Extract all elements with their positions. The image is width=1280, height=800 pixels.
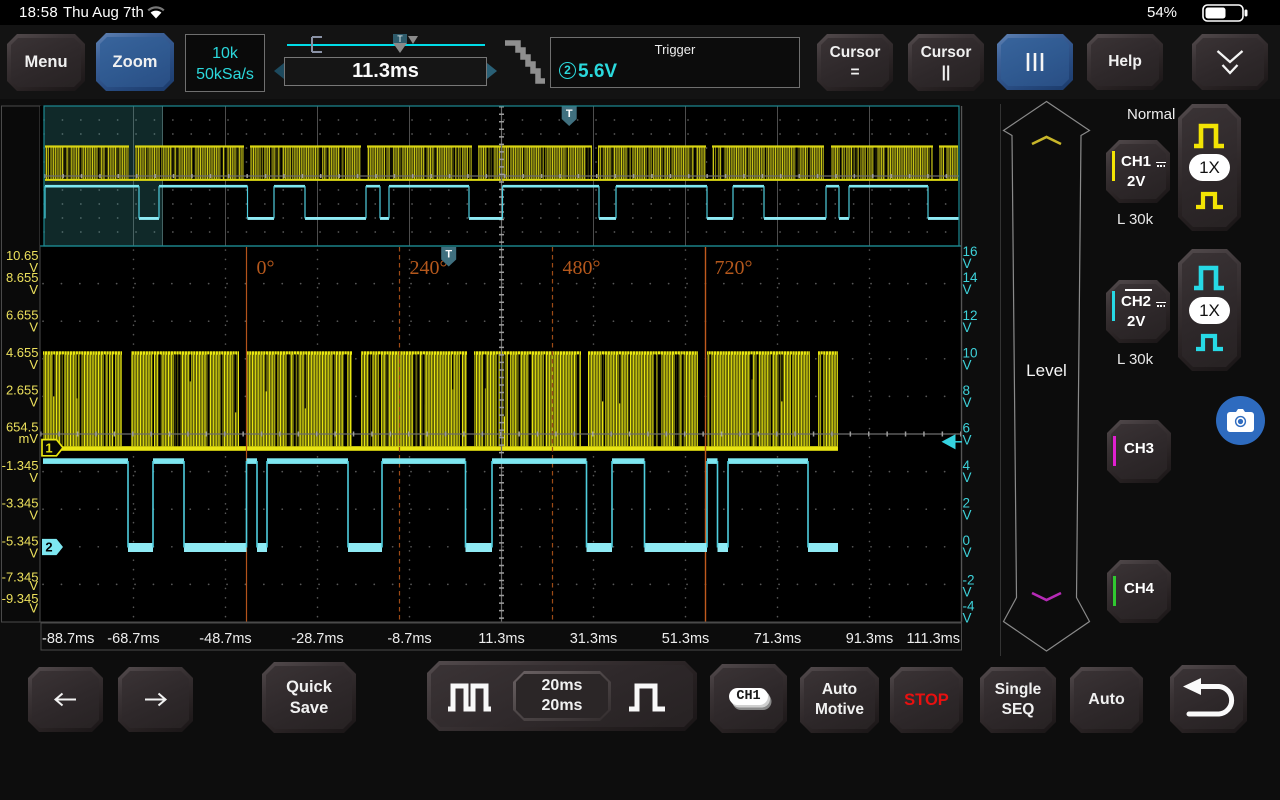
- svg-text:V: V: [963, 611, 972, 626]
- svg-text:111.3ms: 111.3ms: [907, 631, 960, 647]
- svg-text:V: V: [29, 546, 38, 561]
- svg-text:1: 1: [45, 440, 52, 455]
- svg-text:51.3ms: 51.3ms: [662, 631, 710, 647]
- svg-text:-28.7ms: -28.7ms: [291, 631, 343, 647]
- svg-text:mV: mV: [19, 431, 39, 446]
- svg-text:V: V: [963, 433, 972, 448]
- svg-text:V: V: [963, 320, 972, 335]
- svg-text:V: V: [963, 545, 972, 560]
- svg-text:0°: 0°: [257, 257, 275, 279]
- svg-text:V: V: [29, 395, 38, 410]
- svg-text:V: V: [963, 282, 972, 297]
- svg-text:V: V: [963, 508, 972, 523]
- svg-text:-8.7ms: -8.7ms: [387, 631, 431, 647]
- svg-text:-68.7ms: -68.7ms: [107, 631, 159, 647]
- svg-text:V: V: [963, 470, 972, 485]
- svg-text:720°: 720°: [715, 257, 753, 279]
- svg-text:V: V: [29, 282, 38, 297]
- svg-text:V: V: [29, 357, 38, 372]
- svg-text:240°: 240°: [410, 257, 448, 279]
- svg-text:2: 2: [45, 540, 52, 555]
- svg-text:V: V: [963, 256, 972, 271]
- svg-text:T: T: [566, 108, 573, 120]
- svg-text:V: V: [963, 358, 972, 373]
- svg-text:T: T: [397, 34, 403, 44]
- svg-text:71.3ms: 71.3ms: [754, 631, 802, 647]
- svg-text:V: V: [963, 585, 972, 600]
- svg-text:V: V: [29, 470, 38, 485]
- svg-text:T: T: [445, 249, 452, 261]
- svg-text:11.3ms: 11.3ms: [478, 631, 524, 647]
- svg-text:-88.7ms: -88.7ms: [42, 631, 94, 647]
- svg-text:Level: Level: [1026, 361, 1067, 380]
- svg-text:V: V: [29, 320, 38, 335]
- svg-text:V: V: [29, 508, 38, 523]
- svg-text:91.3ms: 91.3ms: [846, 631, 894, 647]
- svg-text:V: V: [963, 395, 972, 410]
- svg-text:480°: 480°: [563, 257, 601, 279]
- svg-text:V: V: [29, 601, 38, 616]
- svg-text:-48.7ms: -48.7ms: [199, 631, 251, 647]
- svg-text:31.3ms: 31.3ms: [570, 631, 618, 647]
